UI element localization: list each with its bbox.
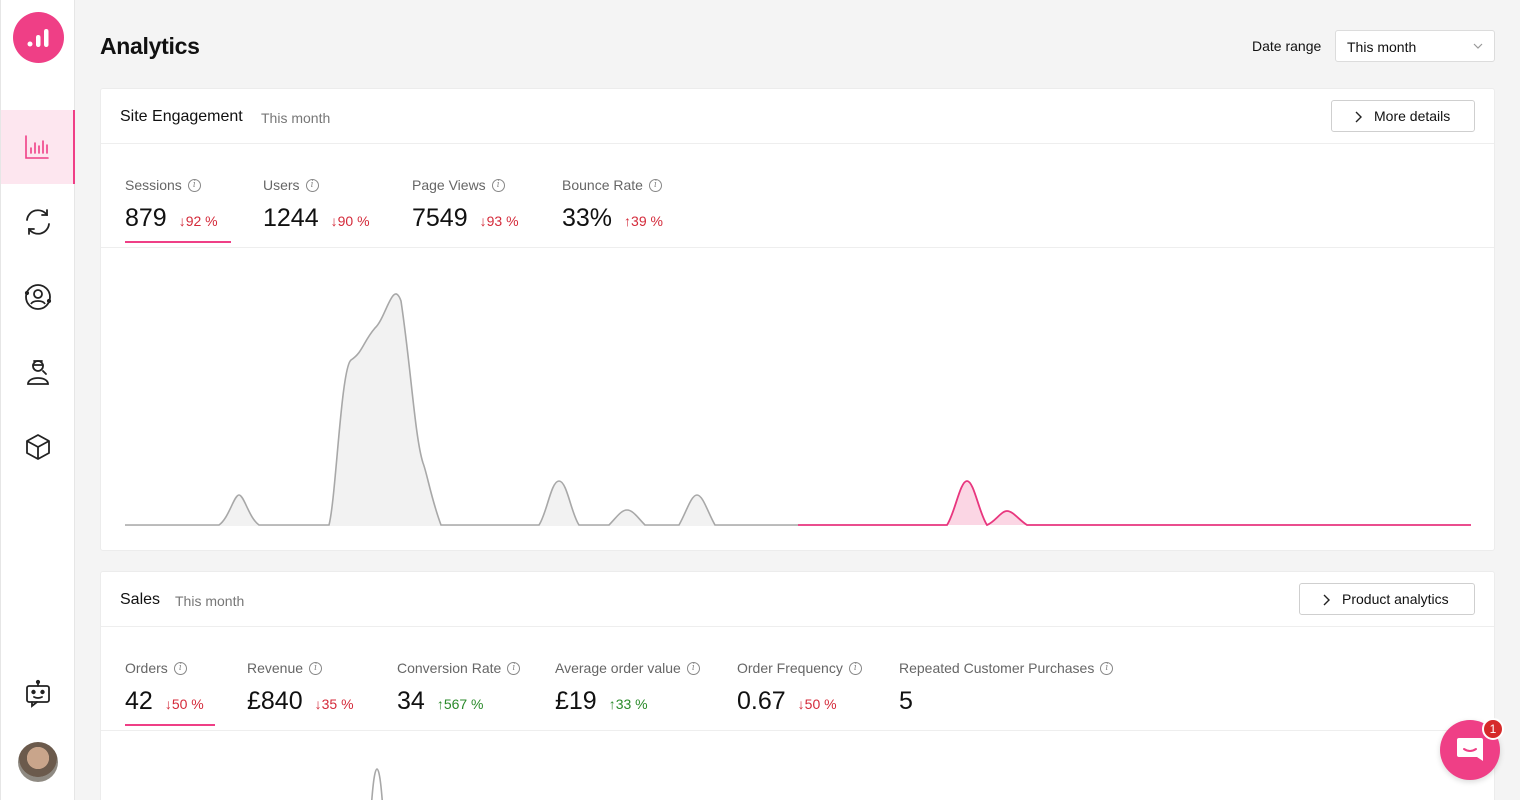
selected-underline [125, 724, 215, 726]
previous-period-area [125, 293, 798, 526]
chevron-right-icon [1355, 111, 1362, 123]
metric-label: Users [263, 177, 300, 193]
sidebar-item-sync[interactable] [1, 185, 75, 259]
metric-label: Bounce Rate [562, 177, 643, 193]
metric-label: Conversion Rate [397, 660, 502, 676]
metric-delta: ↑567 % [436, 696, 484, 712]
chat-icon [1457, 738, 1483, 761]
sidebar-item-bot[interactable] [1, 657, 75, 731]
metric-conversion-rate[interactable]: Conversion Rate i 34 ↑567 % [397, 660, 521, 716]
info-icon: i [187, 178, 201, 192]
info-icon: i [648, 178, 662, 192]
sessions-chart [125, 293, 1471, 527]
previous-period-line [370, 768, 384, 800]
selected-underline [125, 241, 231, 243]
metric-delta: ↓50 % [797, 696, 837, 712]
product-analytics-label: Product analytics [1342, 591, 1449, 607]
metric-users[interactable]: Users i 1244 ↓90 % [263, 177, 370, 233]
metric-value: 5 [899, 687, 913, 715]
metric-page-views[interactable]: Page Views i 7549 ↓93 % [412, 177, 519, 233]
more-details-button[interactable]: More details [1331, 100, 1475, 132]
sidebar-item-customers[interactable] [1, 260, 75, 334]
info-icon: i [686, 661, 700, 675]
metric-sessions[interactable]: Sessions i 879 ↓92 % [125, 177, 231, 243]
metric-label: Average order value [555, 660, 681, 676]
metric-value: 42 [125, 687, 153, 715]
metric-delta: ↑39 % [624, 213, 663, 229]
sidebar-item-analytics[interactable] [1, 110, 75, 184]
refresh-icon [26, 209, 50, 235]
chevron-down-icon [1473, 43, 1483, 49]
more-details-label: More details [1374, 108, 1451, 124]
sidebar [0, 0, 75, 800]
metric-delta: ↓93 % [479, 213, 519, 229]
info-icon: i [848, 661, 862, 675]
metric-value: 879 [125, 204, 167, 232]
product-analytics-button[interactable]: Product analytics [1299, 583, 1475, 615]
site-engagement-card: Site Engagement This month More details … [100, 88, 1495, 551]
metric-label: Revenue [247, 660, 304, 676]
metric-order-frequency[interactable]: Order Frequency i 0.67 ↓50 % [737, 660, 862, 716]
info-icon: i [491, 178, 505, 192]
metric-label: Repeated Customer Purchases [899, 660, 1095, 676]
metric-repeated-purchases[interactable]: Repeated Customer Purchases i 5 [899, 660, 1114, 716]
bar-chart-icon [25, 135, 49, 159]
metric-delta: ↑33 % [608, 696, 648, 712]
metric-value: 33% [562, 204, 613, 232]
sidebar-item-products[interactable] [1, 410, 75, 484]
card-title: Site Engagement [120, 108, 243, 125]
metric-delta: ↓35 % [314, 696, 354, 712]
metric-label: Sessions [125, 177, 182, 193]
info-icon: i [305, 178, 319, 192]
metric-label: Orders [125, 660, 168, 676]
chat-notification-badge: 1 [1482, 718, 1504, 740]
metric-value: 34 [397, 687, 425, 715]
current-period-line [798, 480, 1471, 527]
info-icon: i [1100, 661, 1114, 675]
info-icon: i [507, 661, 521, 675]
metric-delta: ↓50 % [164, 696, 204, 712]
metric-value: 0.67 [737, 687, 786, 715]
card-subtitle: This month [175, 593, 245, 609]
app-logo[interactable] [13, 12, 64, 63]
metric-delta: ↓92 % [178, 213, 218, 229]
card-title: Sales [120, 591, 161, 608]
user-avatar[interactable] [18, 742, 58, 782]
metric-revenue[interactable]: Revenue i £840 ↓35 % [247, 660, 354, 716]
orders-chart [370, 768, 384, 800]
info-icon: i [309, 661, 323, 675]
bot-icon [26, 679, 50, 708]
logo-bars-icon [27, 28, 48, 47]
support-agent-icon [27, 360, 49, 385]
previous-period-line [125, 293, 798, 526]
sidebar-item-agent[interactable] [1, 335, 75, 409]
sales-card: Sales This month Product analytics Order… [100, 571, 1495, 800]
metric-value: £840 [247, 687, 303, 715]
metric-bounce-rate[interactable]: Bounce Rate i 33% ↑39 % [562, 177, 663, 233]
metric-label: Page Views [412, 177, 486, 193]
info-icon: i [173, 661, 187, 675]
cube-icon [26, 434, 50, 460]
date-range-select[interactable]: This month [1335, 30, 1495, 62]
chevron-right-icon [1323, 594, 1330, 606]
page-title: Analytics [100, 33, 200, 59]
date-range-value: This month [1347, 39, 1417, 55]
metric-label: Order Frequency [737, 660, 843, 676]
current-period-area [947, 481, 1027, 525]
metric-value: £19 [555, 687, 597, 715]
date-range-label: Date range [1252, 38, 1322, 54]
user-circle-icon [24, 284, 52, 310]
metric-orders[interactable]: Orders i 42 ↓50 % [125, 660, 215, 726]
metric-average-order-value[interactable]: Average order value i £19 ↑33 % [555, 660, 700, 716]
metric-value: 7549 [412, 204, 468, 232]
metric-value: 1244 [263, 204, 319, 232]
card-subtitle: This month [261, 110, 331, 126]
metric-delta: ↓90 % [330, 213, 370, 229]
